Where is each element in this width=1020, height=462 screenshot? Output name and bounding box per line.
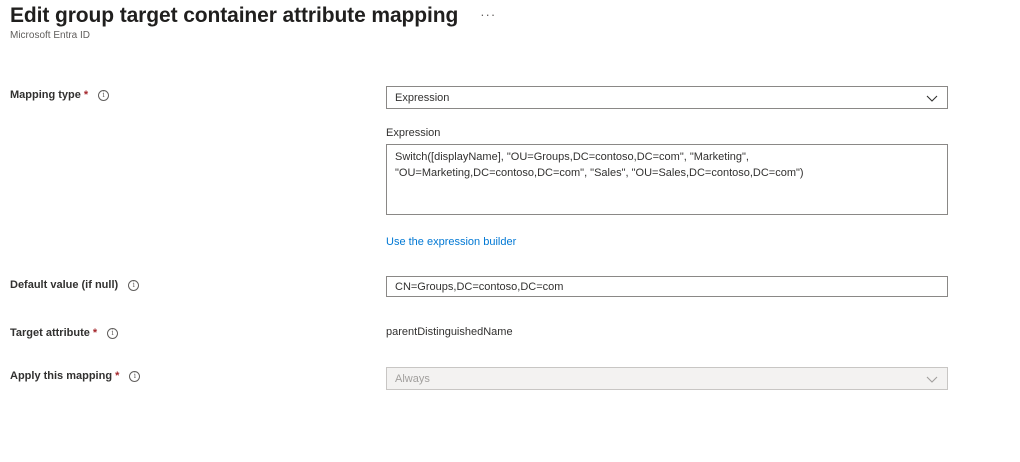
apply-mapping-select: Always [386,367,948,390]
required-marker: * [92,327,98,339]
info-icon[interactable]: i [107,327,119,339]
info-icon[interactable]: i [129,370,141,382]
apply-mapping-value: Always [395,372,430,385]
target-attribute-label-row: Target attribute * i [10,327,119,339]
builder-link-row: Use the expression builder [386,236,948,248]
target-attribute-label: Target attribute [10,327,90,339]
page-header: Edit group target container attribute ma… [10,4,496,41]
expression-label: Expression [386,127,441,139]
title-row: Edit group target container attribute ma… [10,4,496,28]
info-icon[interactable]: i [98,89,110,101]
expression-builder-link[interactable]: Use the expression builder [386,236,516,248]
expression-field[interactable]: Switch([displayName], "OU=Groups,DC=cont… [386,144,948,215]
mapping-type-dropdown[interactable]: Expression [386,86,948,109]
mapping-type-label: Mapping type [10,89,81,101]
required-marker: * [115,370,120,382]
more-options-button[interactable]: ··· [480,7,496,22]
apply-mapping-label-row: Apply this mapping * i [10,370,141,382]
mapping-type-value: Expression [395,91,450,104]
required-marker: * [83,89,89,101]
default-value-label-row: Default value (if null) i [10,279,140,291]
default-value-input[interactable]: CN=Groups,DC=contoso,DC=com [386,276,948,297]
target-attribute-field: parentDistinguishedName [386,326,948,338]
expression-textarea[interactable]: Switch([displayName], "OU=Groups,DC=cont… [386,144,948,215]
info-icon[interactable]: i [128,279,140,291]
mapping-type-select[interactable]: Expression [386,86,948,109]
mapping-type-label-row: Mapping type * i [10,89,110,101]
chevron-down-icon [926,376,938,383]
page-subtitle: Microsoft Entra ID [10,30,91,41]
apply-mapping-dropdown: Always [386,367,948,390]
chevron-down-icon [926,95,938,102]
default-value-field[interactable]: CN=Groups,DC=contoso,DC=com [386,276,948,297]
expression-section: Expression [386,127,948,139]
apply-mapping-label: Apply this mapping [10,370,113,382]
page-title: Edit group target container attribute ma… [10,4,459,27]
target-attribute-value: parentDistinguishedName [386,326,513,338]
default-value-label: Default value (if null) [10,279,119,291]
